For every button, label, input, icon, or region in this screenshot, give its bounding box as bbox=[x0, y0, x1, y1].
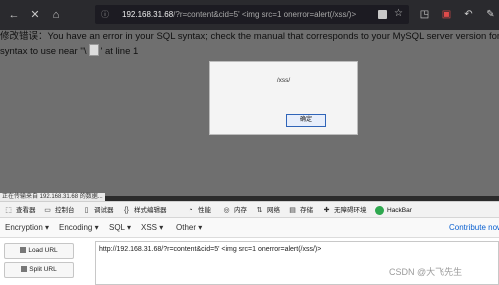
error-line-2-end: ' at line 1 bbox=[100, 46, 139, 57]
url-host: 192.168.31.68 bbox=[122, 10, 174, 19]
split-url-button[interactable]: Split URL bbox=[4, 262, 74, 278]
tab-label: 网络 bbox=[267, 207, 280, 214]
tab-label: 调试器 bbox=[94, 207, 114, 214]
tab-label: 查看器 bbox=[16, 207, 36, 214]
reader-icon[interactable]: ▣ bbox=[440, 8, 453, 21]
load-url-icon bbox=[20, 247, 27, 253]
tab-performance[interactable]: ◔ 性能 bbox=[186, 205, 211, 216]
menu-label: XSS bbox=[141, 223, 158, 232]
load-url-label: Load URL bbox=[28, 247, 58, 254]
home-icon[interactable]: ⌂ bbox=[49, 8, 63, 22]
site-info-icon[interactable]: ⓘ bbox=[100, 10, 110, 20]
console-icon: ▭ bbox=[44, 207, 51, 214]
tab-inspector[interactable]: ⬚ 查看器 bbox=[4, 205, 36, 216]
menu-label: Encoding bbox=[59, 223, 93, 232]
toolbar-right-icons: ◳ ▣ ↶ ✎ ≡ bbox=[418, 8, 499, 21]
load-url-button[interactable]: Load URL bbox=[4, 243, 74, 259]
tab-accessibility[interactable]: ✚ 无障碍环境 bbox=[322, 205, 367, 216]
page-content: 修改错误：You have an error in your SQL synta… bbox=[0, 30, 499, 196]
undo-icon[interactable]: ↶ bbox=[462, 8, 475, 21]
menu-xss[interactable]: XSS ▾ bbox=[141, 223, 163, 232]
tab-console[interactable]: ▭ 控制台 bbox=[43, 205, 75, 216]
alert-dialog: /xss/ 确定 bbox=[209, 61, 358, 135]
menu-encryption[interactable]: Encryption ▾ bbox=[5, 223, 49, 232]
menu-label: Encryption bbox=[5, 223, 43, 232]
url-bar[interactable]: ⓘ 192.168.31.68 /?r=content&cid=5' <img … bbox=[95, 5, 409, 24]
tab-label: 性能 bbox=[198, 207, 211, 214]
performance-icon: ◔ bbox=[188, 207, 193, 214]
devtools-tabbar: ⬚ 查看器 ▭ 控制台 ▯ 调试器 {} 样式编辑器 ◔ 性能 ◎ 内存 ⇅ 网络 ▤ 存储 ✚… bbox=[0, 201, 499, 220]
share-icon[interactable]: ✎ bbox=[484, 8, 497, 21]
tab-hackbar[interactable]: HackBar bbox=[375, 205, 412, 220]
stop-icon[interactable]: ✕ bbox=[28, 8, 42, 22]
tab-network[interactable]: ⇅ 网络 bbox=[255, 205, 280, 216]
accessibility-icon: ✚ bbox=[323, 207, 330, 214]
tab-label: 内存 bbox=[234, 207, 247, 214]
split-url-label: Split URL bbox=[29, 266, 57, 273]
tab-storage[interactable]: ▤ 存储 bbox=[288, 205, 313, 216]
inspector-icon: ⬚ bbox=[5, 207, 12, 214]
menu-encoding[interactable]: Encoding ▾ bbox=[59, 223, 99, 232]
error-line-2-start: syntax to use near ''\ bbox=[0, 46, 87, 57]
status-bar: 正在传输来自 192.168.31.68 的数据... bbox=[0, 193, 105, 201]
tab-style-editor[interactable]: {} 样式编辑器 bbox=[122, 205, 167, 216]
style-editor-icon: {} bbox=[124, 207, 129, 214]
error-line-1: 修改错误：You have an error in your SQL synta… bbox=[0, 31, 499, 42]
tab-debugger[interactable]: ▯ 调试器 bbox=[82, 205, 114, 216]
tab-memory[interactable]: ◎ 内存 bbox=[222, 205, 247, 216]
ok-button[interactable]: 确定 bbox=[286, 114, 326, 127]
tab-label: HackBar bbox=[387, 207, 412, 214]
watermark: CSDN @大飞先生 bbox=[389, 267, 463, 277]
network-icon: ⇅ bbox=[256, 207, 263, 214]
hackbar-icon bbox=[375, 206, 384, 215]
broken-image-icon bbox=[88, 44, 99, 56]
menu-sql[interactable]: SQL ▾ bbox=[109, 223, 131, 232]
tab-label: 无障碍环境 bbox=[334, 207, 367, 214]
storage-icon: ▤ bbox=[289, 207, 296, 214]
tab-label: 样式编辑器 bbox=[134, 207, 167, 214]
menu-label: SQL bbox=[109, 223, 125, 232]
hackbar-menu: Encryption ▾ Encoding ▾ SQL ▾ XSS ▾ Othe… bbox=[0, 218, 499, 238]
error-line-2: syntax to use near ''\ ' at line 1 bbox=[0, 44, 138, 59]
star-icon[interactable]: ☆ bbox=[394, 8, 403, 19]
contribute-link[interactable]: Contribute now bbox=[449, 223, 499, 232]
alert-message: /xss/ bbox=[276, 77, 291, 84]
clear-icon[interactable] bbox=[378, 10, 387, 19]
memory-icon: ◎ bbox=[223, 207, 230, 214]
url-path: /?r=content&cid=5' <img src=1 onerror=al… bbox=[173, 10, 357, 19]
extension-icon[interactable]: ◳ bbox=[418, 8, 431, 21]
menu-other[interactable]: Other ▾ bbox=[176, 223, 202, 232]
menu-label: Other bbox=[176, 223, 197, 232]
debugger-icon: ▯ bbox=[84, 207, 89, 214]
hackbar-url-input[interactable]: http://192.168.31.68/?r=content&cid=5' <… bbox=[95, 241, 499, 285]
tab-label: 存储 bbox=[300, 207, 313, 214]
split-url-icon bbox=[21, 266, 28, 272]
tab-label: 控制台 bbox=[55, 207, 75, 214]
back-icon[interactable]: ← bbox=[7, 8, 21, 22]
